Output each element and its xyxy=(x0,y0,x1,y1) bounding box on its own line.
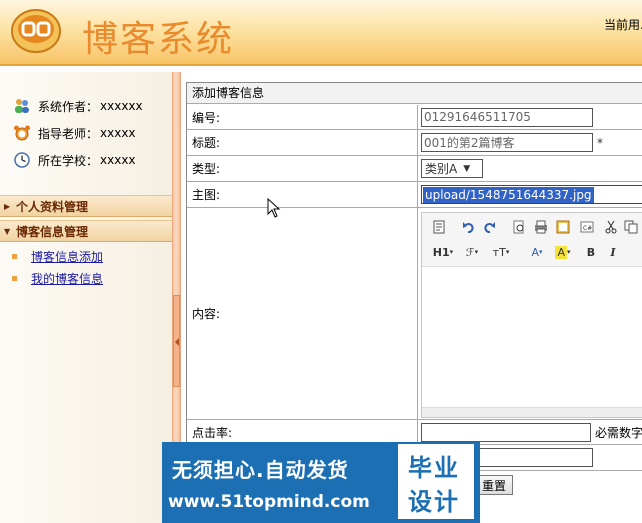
image-label: 主图: xyxy=(187,182,418,207)
current-user-text: 当前用... xyxy=(604,18,642,32)
rich-text-editor[interactable]: C# H1 ▾ ℱ ▾ тT ▾ A ▾ A ▾ B I xyxy=(421,212,642,418)
bold-button[interactable]: B xyxy=(582,243,600,261)
type-row: 类型: 类别A ▼ xyxy=(187,156,642,182)
sidebar: 系统作者： xxxxxx 指导老师： xxxxx 所在学校： xxxxx ▶ 个… xyxy=(0,72,172,523)
selected-text: upload/1548751644337.jpg xyxy=(423,186,594,203)
editor-toolbar: C# H1 ▾ ℱ ▾ тT ▾ A ▾ A ▾ B I xyxy=(422,213,642,267)
reset-button[interactable]: 重置 xyxy=(475,475,514,495)
print-icon[interactable] xyxy=(532,218,550,236)
author-info: 系统作者： xxxxxx xyxy=(12,96,143,116)
sidebar-item-my-blogs[interactable]: 我的博客信息 xyxy=(12,269,103,287)
watermark-slogan: 无须担心.自动发货 xyxy=(172,458,349,482)
chevron-right-icon: ▶ xyxy=(4,201,11,211)
image-path-input[interactable]: upload/1548751644337.jpg xyxy=(421,185,642,204)
cut-icon[interactable] xyxy=(602,218,620,236)
teacher-info: 指导老师： xxxxx xyxy=(12,123,136,143)
sidebar-item-add-blog[interactable]: 博客信息添加 xyxy=(12,247,103,265)
dropdown-arrow-icon: ▼ xyxy=(463,163,471,174)
type-label: 类型: xyxy=(187,156,418,181)
title-row: 标题: * xyxy=(187,130,642,156)
image-row: 主图: upload/1548751644337.jpg xyxy=(187,182,642,208)
form-title: 添加博客信息 xyxy=(187,83,642,104)
clicks-label: 点击率: xyxy=(187,420,418,444)
title-input[interactable] xyxy=(421,133,593,152)
clicks-note: 必需数字 xyxy=(594,425,642,440)
people-icon xyxy=(12,96,32,116)
form-actions: 重置 xyxy=(475,475,514,495)
copy-icon[interactable] xyxy=(622,218,640,236)
app-title: 博客系统 xyxy=(82,19,235,60)
preview-icon[interactable] xyxy=(510,218,528,236)
font-color-button[interactable]: A ▾ xyxy=(526,243,548,261)
watermark-url: www.51topmind.com xyxy=(168,492,370,512)
bullet-icon xyxy=(12,275,17,281)
font-family-dropdown[interactable]: ℱ ▾ xyxy=(460,243,484,261)
template-icon[interactable] xyxy=(554,218,572,236)
clicks-input[interactable] xyxy=(421,422,591,442)
undo-icon[interactable] xyxy=(460,218,478,236)
app-logo xyxy=(10,8,62,54)
italic-button[interactable]: I xyxy=(604,243,622,261)
chevron-down-icon: ▼ xyxy=(4,226,11,236)
app-header: 博客系统 当前用... xyxy=(0,0,642,66)
required-marker: * xyxy=(597,135,603,150)
font-size-dropdown[interactable]: тT ▾ xyxy=(488,243,514,261)
number-row: 编号: xyxy=(187,105,642,130)
bullet-icon xyxy=(12,253,17,259)
watermark-banner: 无须担心.自动发货 www.51topmind.com 毕业 设计 xyxy=(162,442,480,523)
editor-status-bar xyxy=(422,407,642,417)
content-row: 内容: C# H1 ▾ ℱ ▾ тT ▾ A ▾ A ▾ B I xyxy=(187,208,642,420)
highlight-button[interactable]: A ▾ xyxy=(552,243,574,261)
number-label: 编号: xyxy=(187,105,418,129)
collapse-sidebar-handle[interactable] xyxy=(173,295,180,387)
source-icon[interactable] xyxy=(430,218,448,236)
clock-icon xyxy=(12,150,32,170)
editor-content-area[interactable] xyxy=(422,267,642,407)
alarm-icon xyxy=(12,123,32,143)
school-info: 所在学校： xxxxx xyxy=(12,150,136,170)
type-select[interactable]: 类别A ▼ xyxy=(421,159,483,178)
mouse-cursor-icon xyxy=(267,197,281,221)
heading-dropdown[interactable]: H1 ▾ xyxy=(430,243,456,261)
menu-profile-management[interactable]: ▶ 个人资料管理 xyxy=(0,195,172,217)
number-input[interactable] xyxy=(421,107,593,127)
redo-icon[interactable] xyxy=(480,218,498,236)
title-label: 标题: xyxy=(187,130,418,155)
svg-text:C#: C# xyxy=(583,225,592,232)
watermark-badge: 毕业 设计 xyxy=(398,444,474,519)
menu-blog-management[interactable]: ▼ 博客信息管理 xyxy=(0,220,172,242)
code-icon[interactable]: C# xyxy=(578,218,596,236)
content-label: 内容: xyxy=(187,208,418,419)
